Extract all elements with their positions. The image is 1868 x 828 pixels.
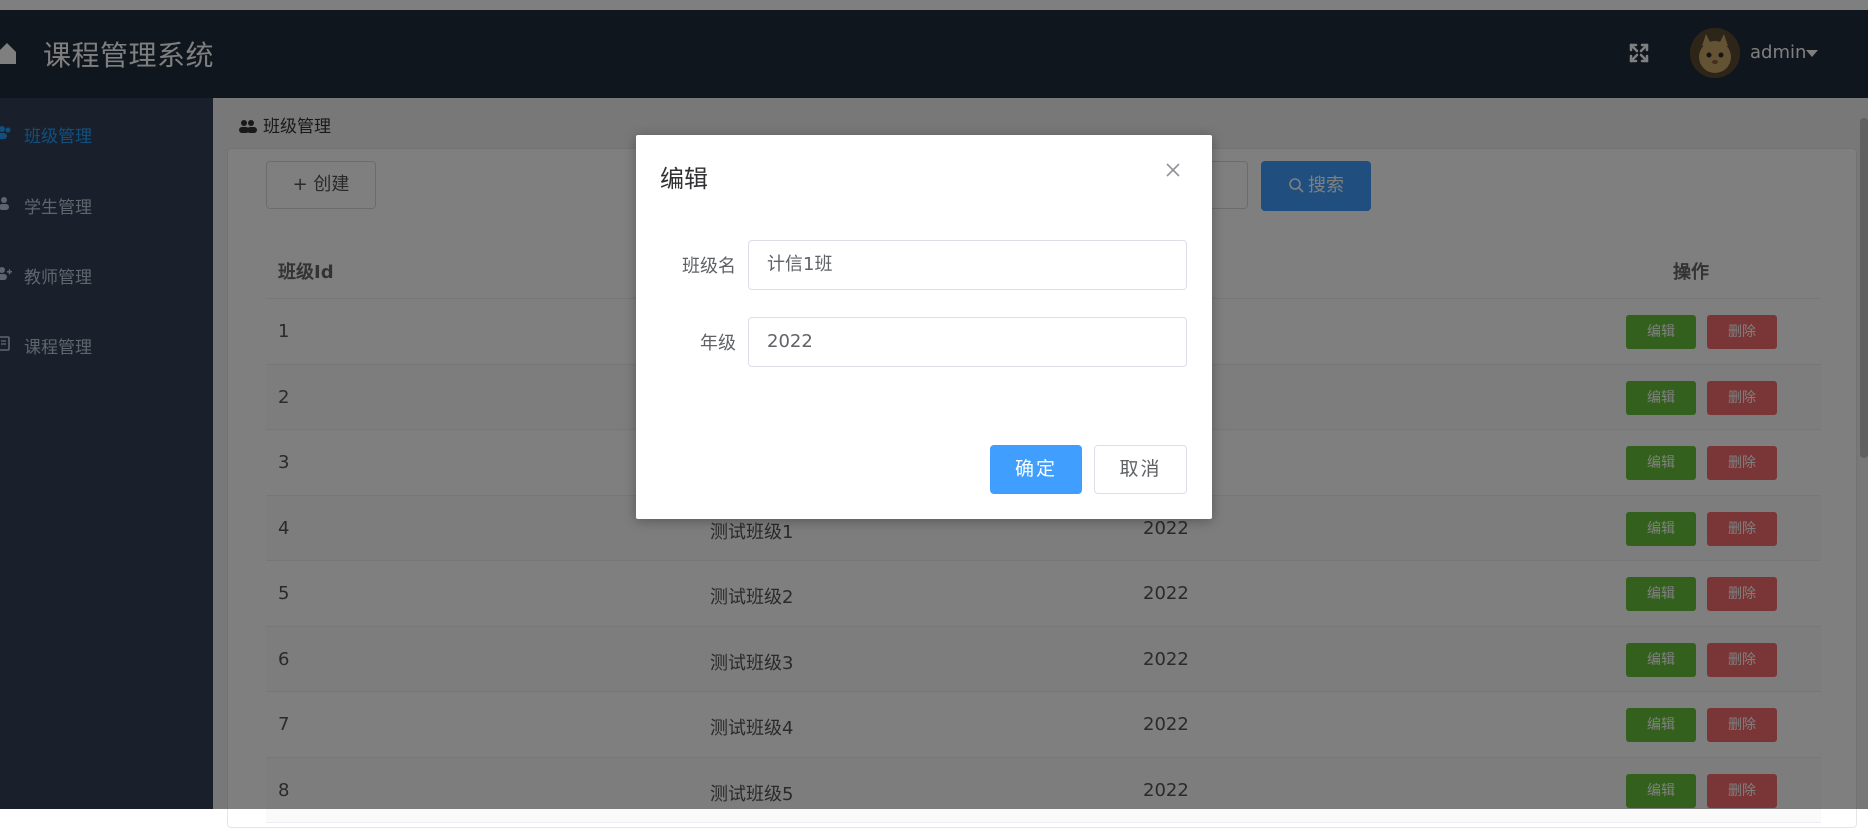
dialog-title: 编辑	[660, 165, 708, 193]
close-icon[interactable]	[1164, 161, 1182, 179]
grade-label: 年级	[700, 333, 736, 354]
edit-dialog: 编辑 班级名 计信1班 年级 2022 确定 取消	[636, 135, 1212, 519]
grade-input[interactable]: 2022	[748, 317, 1187, 367]
class-name-label: 班级名	[682, 256, 736, 277]
cancel-button[interactable]: 取消	[1094, 445, 1187, 494]
confirm-button[interactable]: 确定	[990, 445, 1082, 494]
class-name-input[interactable]: 计信1班	[748, 240, 1187, 290]
